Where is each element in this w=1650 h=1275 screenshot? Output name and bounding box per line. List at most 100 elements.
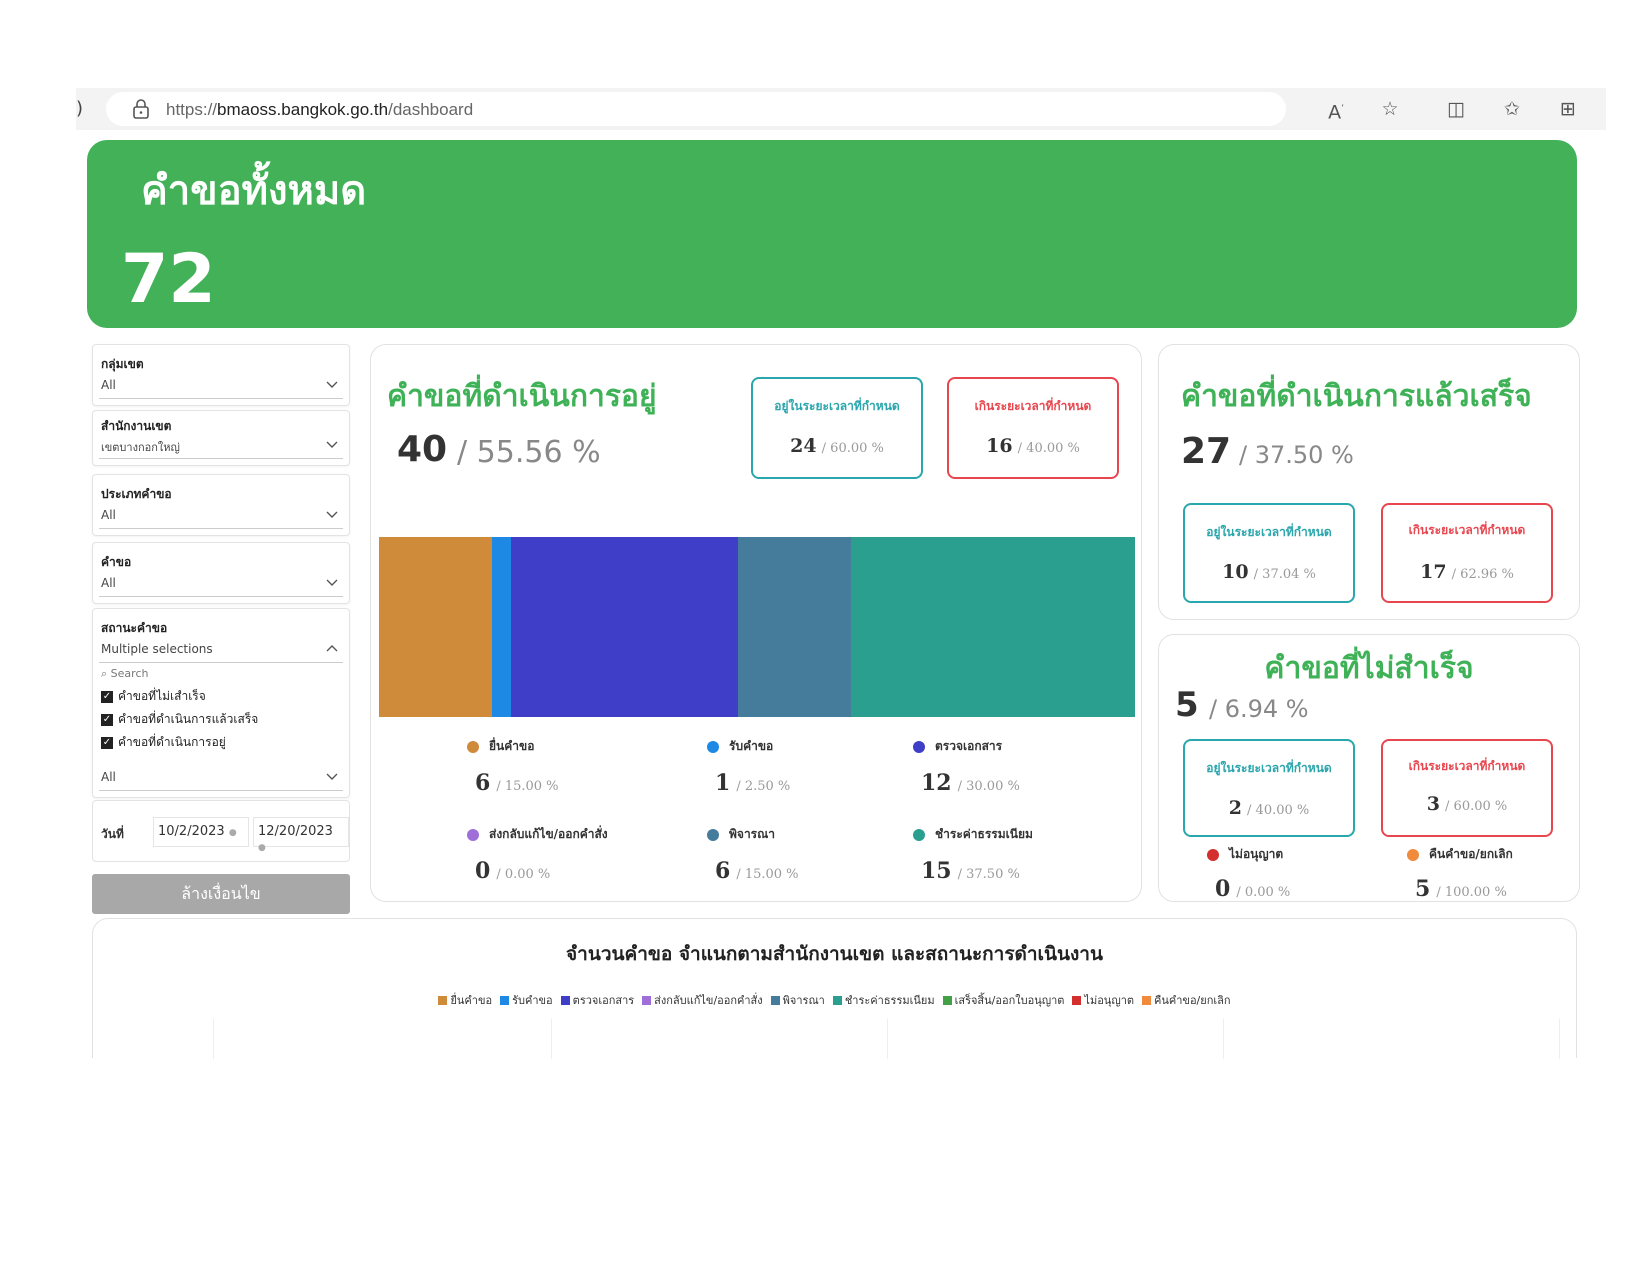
total-requests-title: คำขอทั้งหมด <box>141 168 367 214</box>
favorite-star-icon[interactable]: ☆ <box>1378 97 1402 121</box>
legend-item-submit: ยื่นคำขอ 6 / 15.00 % <box>467 737 559 796</box>
legend-label: ไม่อนุญาต <box>1229 847 1284 861</box>
filter-value: All <box>101 508 116 522</box>
failed-over-time-box: เกินระยะเวลาที่กำหนด 3 / 60.00 % <box>1381 739 1553 837</box>
legend-swatch <box>942 995 952 1005</box>
favorites-list-icon[interactable]: ✩ <box>1500 97 1524 121</box>
status-filter: สถานะคำขอ Multiple selections ⌕ Search ✓… <box>92 608 350 798</box>
percent: / 15.00 % <box>496 779 559 794</box>
search-placeholder: Search <box>110 667 149 680</box>
percent: / 40.00 % <box>1247 803 1310 818</box>
status-option-completed[interactable]: ✓ คำขอที่ดำเนินการแล้วเสร็จ <box>101 710 258 729</box>
browser-toolbar: ) https://bmaoss.bangkok.go.th/dashboard… <box>76 88 1606 130</box>
chart-gridline <box>1559 1019 1560 1059</box>
bar-segment-4[interactable] <box>738 537 852 717</box>
status-select[interactable]: Multiple selections <box>99 637 343 663</box>
bottom-legend-item[interactable]: เสร็จสิ้น/ออกใบอนุญาต <box>942 991 1065 1009</box>
filter-value: เขตบางกอกใหญ่ <box>101 441 180 454</box>
legend-swatch <box>832 995 842 1005</box>
bottom-legend-item[interactable]: คืนคำขอ/ยกเลิก <box>1142 991 1231 1009</box>
filter-value: All <box>101 770 116 784</box>
status-option-failed[interactable]: ✓ คำขอที่ไม่เสำเร็จ <box>101 687 206 706</box>
district-office-filter: สำนักงานเขต เขตบางกอกใหญ่ <box>92 410 350 466</box>
legend-dot <box>707 828 719 841</box>
filter-value: All <box>101 576 116 590</box>
clear-filters-button[interactable]: ล้างเงื่อนไข <box>92 874 350 914</box>
percent: / 100.00 % <box>1436 885 1507 900</box>
district-status-chart-title: จำนวนคำขอ จำแนกตามสำนักงานเขต และสถานะกา… <box>566 943 1103 965</box>
bottom-legend-item[interactable]: ตรวจเอกสาร <box>560 991 634 1009</box>
read-aloud-icon[interactable]: Aʼ <box>1324 97 1348 123</box>
count: 6 <box>715 858 731 884</box>
legend-dot <box>913 828 925 841</box>
filter-label: ประเภทคำขอ <box>101 487 172 501</box>
count: 5 <box>1415 876 1431 902</box>
status-option-in-progress[interactable]: ✓ คำขอที่ดำเนินการอยู่ <box>101 733 226 752</box>
chart-gridline <box>1223 1019 1224 1059</box>
date-from-value: 10/2/2023 <box>158 824 225 839</box>
address-bar[interactable]: https://bmaoss.bangkok.go.th/dashboard <box>106 92 1286 126</box>
over-time-label: เกินระยะเวลาที่กำหนด <box>1408 759 1526 773</box>
date-from-input[interactable]: 10/2/2023 ● <box>153 817 249 847</box>
filter-value: Multiple selections <box>101 642 213 656</box>
bar-segment-0[interactable] <box>379 537 493 717</box>
next-filter-select[interactable]: All <box>99 765 343 791</box>
chevron-down-icon <box>326 579 338 586</box>
district-office-select[interactable]: เขตบางกอกใหญ่ <box>99 433 343 459</box>
percent: / 15.00 % <box>736 867 799 882</box>
bar-segment-2[interactable] <box>511 537 739 717</box>
filter-label: สถานะคำขอ <box>101 621 168 635</box>
count: 24 <box>790 435 817 457</box>
collections-icon[interactable]: ⊞ <box>1556 97 1580 121</box>
in-progress-card: คำขอที่ดำเนินการอยู่ 40 / 55.56 % อยู่ใน… <box>370 344 1142 902</box>
legend-item-consider: พิจารณา 6 / 15.00 % <box>707 825 799 884</box>
request-category-select[interactable]: All <box>99 503 343 529</box>
in-progress-count: 40 <box>397 429 448 470</box>
legend-label: พิจารณา <box>782 994 825 1007</box>
percent: / 62.96 % <box>1451 567 1514 582</box>
over-time-label: เกินระยะเวลาที่กำหนด <box>974 399 1092 413</box>
legend-item-return-edit: ส่งกลับแก้ไข/ออกคำสั่ง 0 / 0.00 % <box>467 825 608 884</box>
in-progress-within-time-box: อยู่ในระยะเวลาที่กำหนด 24 / 60.00 % <box>751 377 923 479</box>
bottom-legend-item[interactable]: รับคำขอ <box>500 991 553 1009</box>
legend-label: เสร็จสิ้น/ออกใบอนุญาต <box>954 994 1065 1007</box>
legend-item-document-check: ตรวจเอกสาร 12 / 30.00 % <box>913 737 1020 796</box>
bar-segment-5[interactable] <box>851 537 1135 717</box>
legend-dot <box>707 740 719 753</box>
url-path: /dashboard <box>388 100 474 119</box>
percent: / 37.04 % <box>1253 567 1316 582</box>
count: 1 <box>715 770 731 796</box>
bar-segment-1[interactable] <box>492 537 512 717</box>
failed-card: คำขอที่ไม่สำเร็จ 5 / 6.94 % อยู่ในระยะเว… <box>1158 634 1580 902</box>
url-host: bmaoss.bangkok.go.th <box>217 100 389 119</box>
request-select[interactable]: All <box>99 571 343 597</box>
status-stacked-bar <box>379 537 1135 717</box>
bottom-legend-item[interactable]: ชำระค่าธรรมเนียม <box>832 991 935 1009</box>
legend-label: ส่งกลับแก้ไข/ออกคำสั่ง <box>489 827 608 841</box>
count: 0 <box>1215 876 1231 902</box>
count: 10 <box>1222 561 1249 583</box>
bottom-legend-item[interactable]: ส่งกลับแก้ไข/ออกคำสั่ง <box>642 991 763 1009</box>
legend-label: ยื่นคำขอ <box>489 739 535 753</box>
url-text[interactable]: https://bmaoss.bangkok.go.th/dashboard <box>166 100 473 120</box>
split-screen-icon[interactable]: ◫ <box>1444 97 1468 121</box>
count: 6 <box>475 770 491 796</box>
district-group-select[interactable]: All <box>99 373 343 399</box>
calendar-icon: ● <box>258 843 266 853</box>
district-status-chart-card: จำนวนคำขอ จำแนกตามสำนักงานเขต และสถานะกา… <box>92 918 1577 1059</box>
chart-gridline <box>551 1019 552 1059</box>
status-search-input[interactable]: ⌕ Search <box>101 667 148 681</box>
date-to-input[interactable]: 12/20/2023 ● <box>253 817 349 853</box>
bottom-legend-item[interactable]: ยื่นคำขอ <box>438 991 492 1009</box>
legend-dot <box>467 740 479 753</box>
back-button-stub[interactable]: ) <box>76 98 83 119</box>
bottom-legend-item[interactable]: ไม่อนุญาต <box>1072 991 1134 1009</box>
bottom-legend-item[interactable]: พิจารณา <box>770 991 825 1009</box>
legend-label: ชำระค่าธรรมเนียม <box>844 994 935 1007</box>
request-filter: คำขอ All <box>92 542 350 604</box>
failed-percent: / 6.94 % <box>1209 695 1309 723</box>
legend-swatch <box>438 995 448 1005</box>
completed-over-time-box: เกินระยะเวลาที่กำหนด 17 / 62.96 % <box>1381 503 1553 603</box>
within-time-label: อยู่ในระยะเวลาที่กำหนด <box>774 399 900 413</box>
within-time-label: อยู่ในระยะเวลาที่กำหนด <box>1206 761 1332 775</box>
